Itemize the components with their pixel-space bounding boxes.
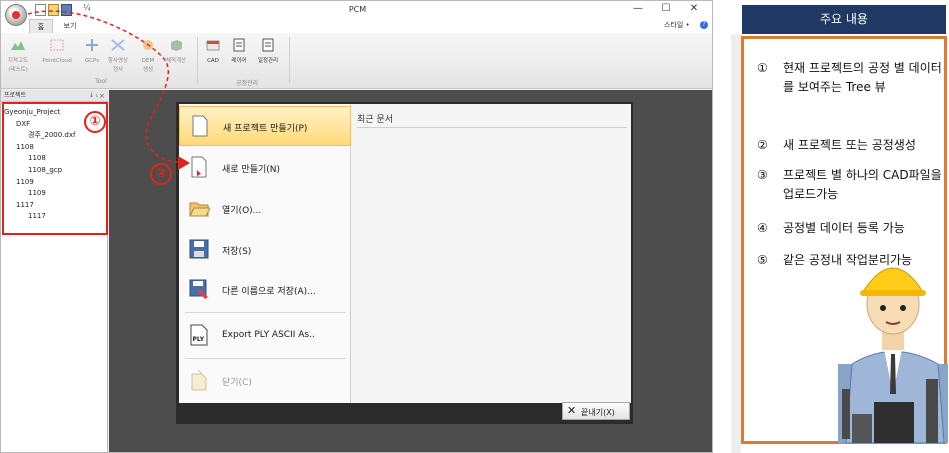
ribbon-cad-button[interactable]: CAD	[200, 37, 226, 65]
ribbon-group-separator	[197, 37, 198, 83]
info-text: 프로젝트 별 하나의 CAD파일을 업로드가능	[783, 168, 942, 201]
save-as-menu-item[interactable]: 다른 이름으로 저장(A)...	[179, 270, 351, 310]
engineer-illustration	[838, 267, 948, 443]
annotation-marker-1: ①	[84, 111, 106, 133]
ribbon-aerial-button[interactable]: 항사영상 정사	[105, 37, 131, 74]
ribbon-label: (테스트)	[8, 67, 28, 73]
ribbon-terrain-button[interactable]: 지적고도 (테스트)	[5, 37, 31, 74]
ribbon-volume-button[interactable]: 체적계산	[163, 37, 189, 65]
ribbon-label: DEM	[141, 58, 155, 64]
ribbon-label: CAD	[207, 58, 219, 64]
ribbon-label: PointCloud	[42, 58, 72, 64]
terrain-icon	[11, 41, 25, 50]
ply-export-icon: PLY	[190, 324, 208, 346]
new-project-menu-item[interactable]: 새 프로젝트 만들기(P)	[179, 106, 351, 146]
save-menu-item[interactable]: 저장(S)	[179, 230, 351, 270]
ribbon-label: 생성	[142, 67, 154, 73]
ribbon-pointcloud-button[interactable]: PointCloud	[39, 37, 75, 65]
menu-item-label: 저장(S)	[222, 247, 252, 257]
ribbon-label: 레이어	[231, 58, 247, 64]
menu-item-label: 새 프로젝트 만들기(P)	[223, 124, 308, 134]
new-project-icon	[192, 115, 208, 137]
schedule-icon	[262, 38, 274, 52]
info-text: 새 프로젝트 또는 공정생성	[783, 138, 916, 152]
ribbon-group-separator	[289, 37, 290, 83]
ribbon: 지적고도 (테스트) PointCloud GCPs 항사영상 정사 DEM 생…	[1, 33, 712, 89]
recent-documents-title: 최근 문서	[357, 115, 393, 125]
new-file-menu-item[interactable]: 새로 만들기(N)	[179, 148, 351, 188]
ribbon-schedule-button[interactable]: 일정관리	[255, 37, 281, 65]
menu-separator	[185, 312, 345, 313]
info-text: 공정별 데이터 등록 가능	[783, 221, 905, 235]
info-number: ②	[757, 138, 768, 152]
ribbon-label: 지적고도	[7, 58, 29, 64]
recent-documents-panel: 최근 문서	[351, 104, 631, 403]
ribbon-label: GCPs	[84, 58, 100, 64]
svg-text:PLY: PLY	[193, 336, 205, 343]
info-item-2: ② 새 프로젝트 또는 공정생성	[757, 136, 947, 156]
panel-close-icon[interactable]: ×	[99, 90, 105, 102]
ribbon-group-tool-label: Tool	[95, 78, 107, 85]
close-window-button[interactable]: ✕	[684, 3, 704, 14]
volume-icon	[171, 40, 182, 51]
cad-icon	[206, 40, 220, 51]
menu-item-label: 열기(O)...	[222, 206, 262, 216]
ribbon-dem-button[interactable]: DEM 생성	[135, 37, 161, 74]
menu-item-label: 새로 만들기(N)	[222, 165, 281, 175]
ribbon-label: 정사	[112, 67, 124, 73]
info-panel-title: 주요 내용	[742, 5, 946, 34]
pin-icon[interactable]: ↓ ⭏	[89, 90, 98, 102]
info-text: 현재 프로젝트의 공정 별 데이터를 보여주는 Tree 뷰	[783, 61, 942, 94]
ribbon-group-process-label: 공정관리	[235, 80, 259, 87]
aerial-image-icon	[111, 39, 125, 51]
info-panel-shadow	[731, 34, 741, 453]
recent-documents-divider	[357, 127, 627, 128]
tab-view[interactable]: 보기	[57, 19, 83, 33]
open-menu-item[interactable]: 열기(O)...	[179, 189, 351, 229]
close-file-menu-item[interactable]: 닫기(C)	[179, 361, 351, 401]
layer-icon	[233, 38, 245, 52]
info-number: ⑤	[757, 253, 768, 267]
info-number: ①	[757, 61, 768, 75]
info-item-1: ① 현재 프로젝트의 공정 별 데이터를 보여주는 Tree 뷰	[757, 59, 947, 119]
info-number: ④	[757, 221, 768, 235]
close-file-icon	[191, 369, 207, 391]
open-folder-icon	[189, 202, 210, 217]
info-item-3: ③ 프로젝트 별 하나의 CAD파일을 업로드가능	[757, 166, 947, 206]
gcp-icon	[86, 39, 98, 51]
style-menu[interactable]: 스타일 •	[664, 20, 690, 30]
menu-item-label: Export PLY ASCII As..	[222, 330, 315, 340]
export-ply-menu-item[interactable]: PLY Export PLY ASCII As..	[179, 316, 351, 356]
menu-item-label: 다른 이름으로 저장(A)...	[222, 287, 316, 297]
save-icon	[189, 239, 209, 259]
application-menu-button[interactable]	[5, 4, 27, 26]
annotation-marker-2: ②	[150, 163, 172, 185]
new-file-icon	[191, 156, 207, 178]
maximize-button[interactable]: ☐	[656, 3, 676, 14]
ribbon-gcp-button[interactable]: GCPs	[79, 37, 105, 65]
info-number: ③	[757, 168, 768, 182]
tab-home[interactable]: 홈	[29, 19, 53, 33]
help-icon[interactable]: ?	[700, 21, 708, 29]
ribbon-layer-button[interactable]: 레이어	[226, 37, 252, 65]
ribbon-tab-row: 홈 보기 스타일 • ?	[1, 19, 712, 33]
exit-button[interactable]: ✕ 끝내기(X)	[562, 402, 630, 420]
window-title: PCM	[348, 5, 367, 14]
minimize-button[interactable]: —	[628, 3, 648, 14]
backstage-menu: 새 프로젝트 만들기(P) 새로 만들기(N) 열기(O)... 저장(S) 다…	[179, 104, 351, 403]
pointcloud-icon	[50, 39, 64, 51]
ribbon-label: 체적계산	[165, 58, 187, 64]
exit-button-label: 끝내기(X)	[581, 408, 615, 417]
ribbon-label: 일정관리	[257, 58, 279, 64]
info-item-4: ④ 공정별 데이터 등록 가능	[757, 219, 947, 239]
dem-icon	[143, 40, 153, 50]
menu-item-label: 닫기(C)	[222, 378, 252, 388]
app-orb-icon	[12, 11, 20, 19]
close-icon: ✕	[567, 404, 577, 417]
save-as-icon	[189, 279, 208, 299]
info-panel: ① 현재 프로젝트의 공정 별 데이터를 보여주는 Tree 뷰 ② 새 프로젝…	[741, 36, 948, 444]
menu-separator	[185, 358, 345, 359]
ribbon-label: 항사영상	[107, 58, 129, 64]
title-bar: ¼ PCM — ☐ ✕	[1, 1, 712, 19]
